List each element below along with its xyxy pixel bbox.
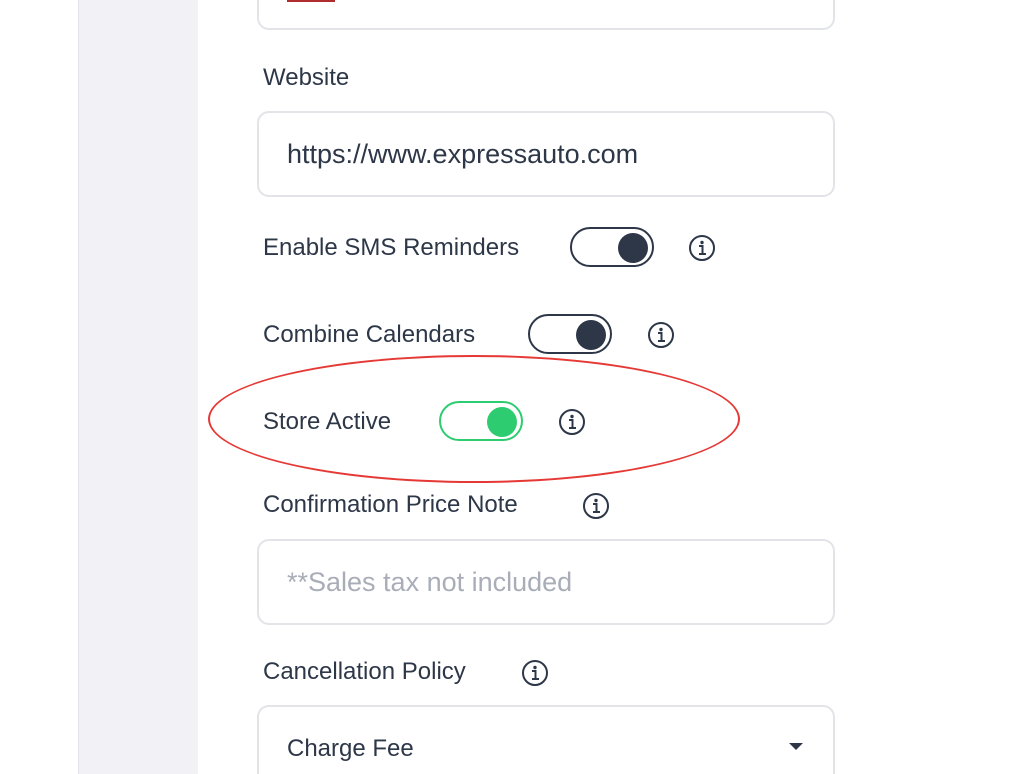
sms-reminders-label: Enable SMS Reminders (263, 234, 520, 261)
phone-field[interactable] (257, 0, 835, 30)
website-input[interactable]: https://www.expressauto.com (257, 111, 835, 197)
caret-down-icon[interactable] (789, 743, 803, 750)
info-icon[interactable] (582, 492, 610, 520)
settings-page: Website https://www.expressauto.com Enab… (0, 0, 1024, 774)
sidebar-panel (78, 0, 199, 774)
price-note-placeholder: **Sales tax not included (287, 566, 573, 597)
combine-calendars-label: Combine Calendars (263, 321, 476, 348)
info-icon[interactable] (521, 659, 549, 687)
website-label: Website (263, 64, 350, 91)
website-value: https://www.expressauto.com (287, 138, 639, 169)
confirmation-price-note-label: Confirmation Price Note (263, 491, 518, 518)
combine-calendars-toggle[interactable] (528, 314, 612, 354)
left-edge (0, 0, 78, 774)
toggle-knob (618, 233, 648, 263)
cancellation-policy-value: Charge Fee (287, 735, 414, 762)
cancellation-policy-select[interactable]: Charge Fee (257, 705, 835, 774)
toggle-knob (576, 320, 606, 350)
highlight-ellipse (208, 355, 740, 483)
confirmation-price-note-input[interactable]: **Sales tax not included (257, 539, 835, 625)
flag-icon[interactable] (287, 0, 335, 2)
sms-reminders-toggle[interactable] (570, 227, 654, 267)
info-icon[interactable] (688, 234, 716, 262)
cancellation-policy-label: Cancellation Policy (263, 658, 466, 685)
info-icon[interactable] (647, 321, 675, 349)
